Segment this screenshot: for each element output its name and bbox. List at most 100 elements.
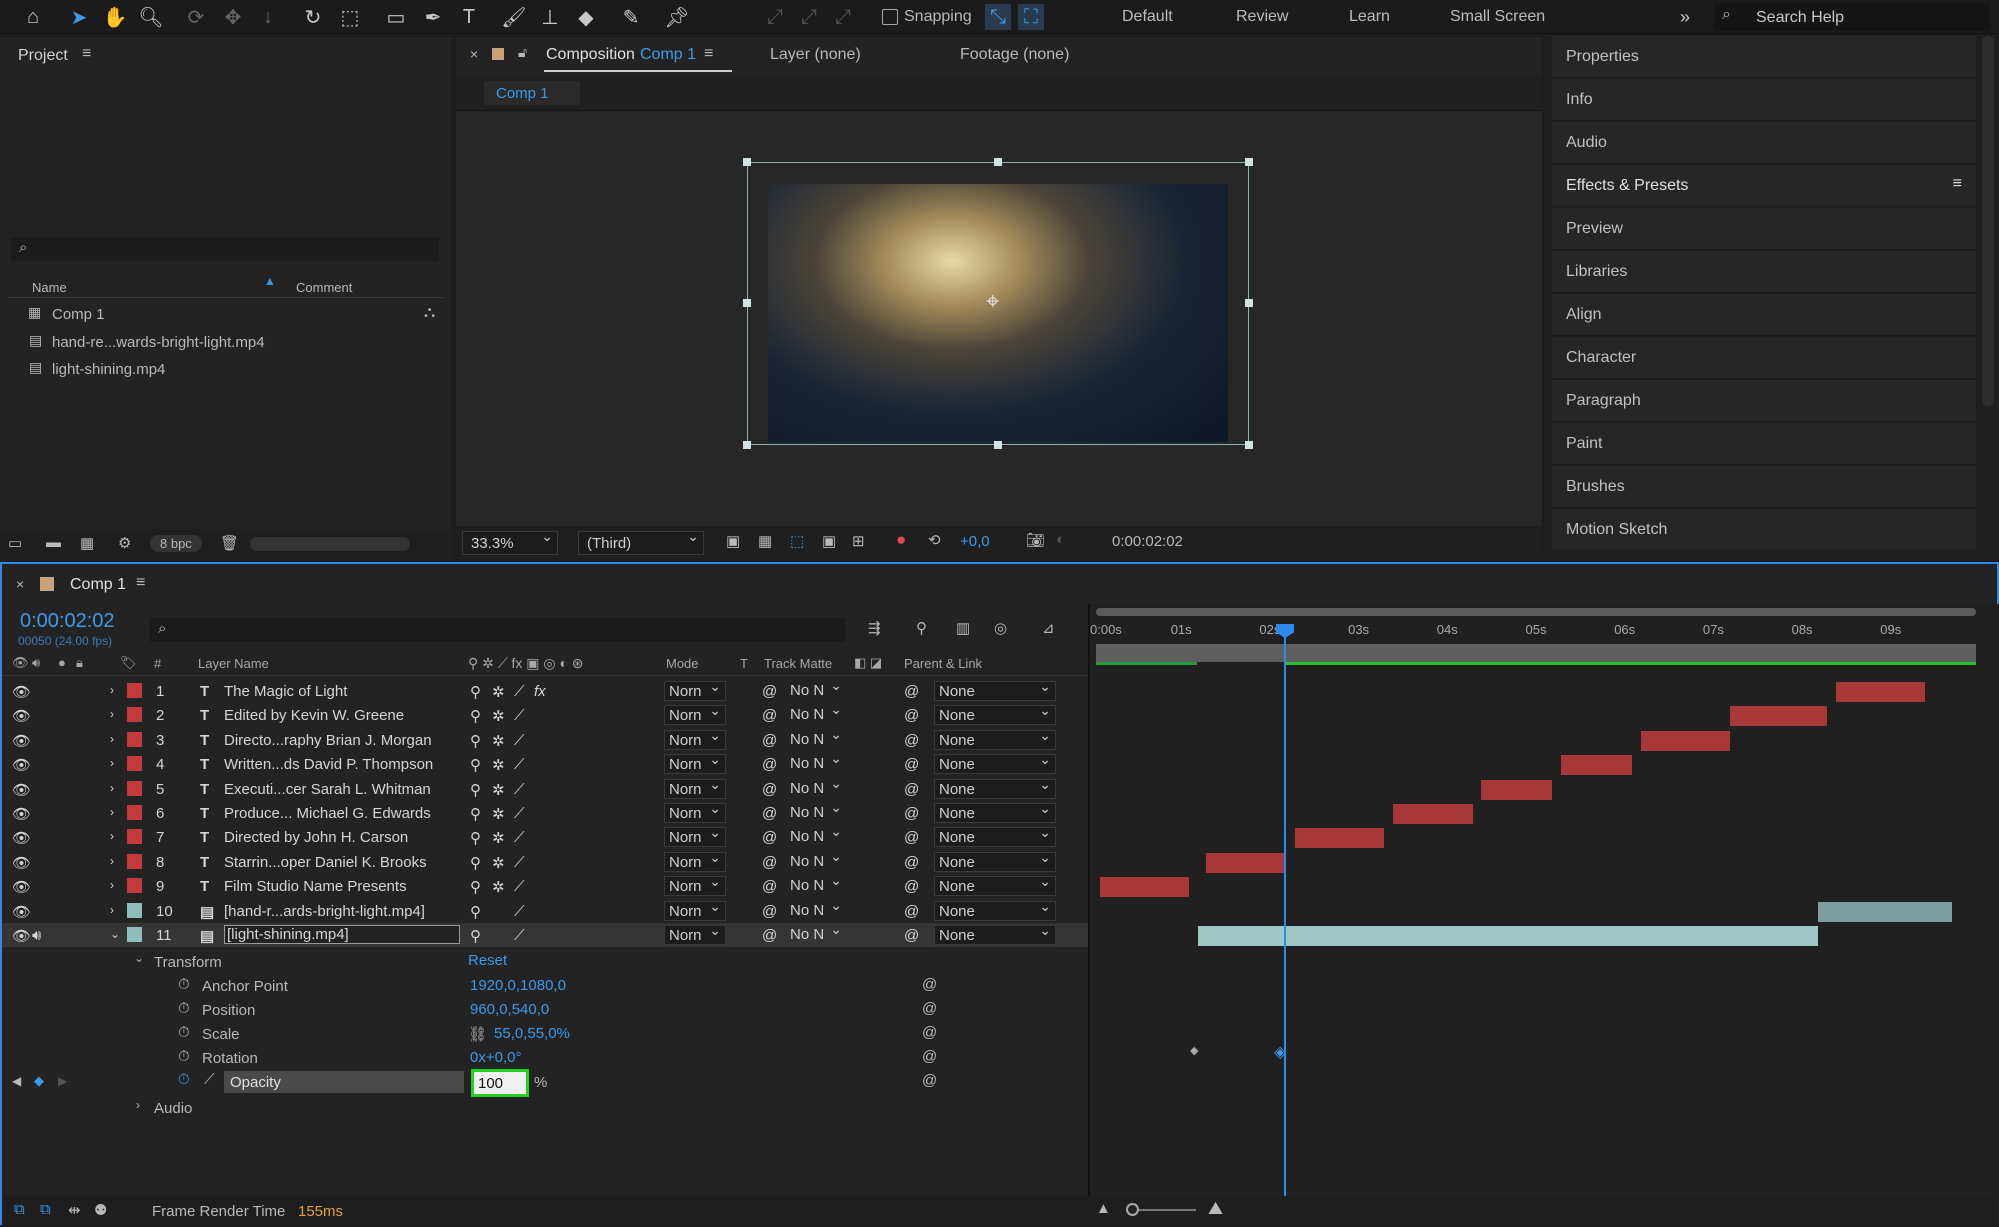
pickwhip-icon[interactable]: @ [762, 878, 777, 895]
search-help-field[interactable]: ⌕ Search Help [1714, 3, 1990, 31]
panel-character[interactable]: Character [1552, 337, 1976, 379]
quality-icon[interactable]: ⟋ [514, 707, 525, 724]
layer-name[interactable]: Edited by Kevin W. Greene [224, 707, 404, 724]
current-time-indicator[interactable] [1284, 632, 1286, 1212]
chevron-right-icon[interactable]: › [110, 829, 114, 843]
track-matte-dropdown[interactable]: No N [786, 823, 846, 847]
quality-icon[interactable]: ⟋ [514, 805, 525, 822]
shy-icon[interactable]: ⚲ [470, 829, 481, 847]
label-color[interactable] [127, 683, 142, 698]
layer-bar[interactable] [1481, 779, 1553, 800]
workspace-learn[interactable]: Learn [1349, 8, 1390, 26]
label-color[interactable] [127, 853, 142, 869]
new-composition-icon[interactable]: ▦ [80, 534, 94, 552]
anchor-point-value[interactable]: 1920,0,1080,0 [470, 977, 566, 994]
shy-icon[interactable]: ⚲ [470, 707, 481, 725]
toggle-switches-icon[interactable]: ⧉ [14, 1201, 25, 1218]
parent-dropdown[interactable]: None [934, 751, 1056, 775]
mode-dropdown[interactable]: Norn [664, 824, 726, 848]
layer-bar[interactable] [1100, 877, 1189, 898]
track-matte-dropdown[interactable]: No N [786, 750, 846, 774]
parent-dropdown[interactable]: None [934, 873, 1056, 897]
project-scrollbar[interactable] [250, 537, 410, 551]
panel-preview[interactable]: Preview [1552, 208, 1976, 250]
panel-paragraph[interactable]: Paragraph [1552, 380, 1976, 422]
layer-bar[interactable] [1729, 706, 1828, 727]
track-matte-dropdown[interactable]: No N [786, 897, 846, 921]
project-item[interactable]: ▤ light-shining.mp4 [8, 356, 424, 381]
pickwhip-icon[interactable]: @ [762, 927, 777, 944]
keyframe-marker[interactable]: ◆ [1190, 1044, 1198, 1057]
layer-name[interactable]: The Magic of Light [224, 683, 347, 700]
stopwatch-icon[interactable]: ⏱︎ [178, 1048, 190, 1065]
audio-icon[interactable]: 🔊︎ [32, 927, 41, 944]
eye-icon[interactable]: 👁︎ [12, 732, 31, 750]
more-workspaces-icon[interactable]: » [1672, 4, 1698, 30]
transform-handle[interactable] [994, 441, 1002, 449]
close-icon[interactable]: × [470, 46, 478, 62]
chevron-right-icon[interactable]: › [110, 732, 114, 746]
mode-dropdown[interactable]: Norn [664, 751, 726, 775]
quality-icon[interactable]: ⟋ [514, 683, 525, 700]
fx-icon[interactable]: fx [534, 683, 546, 700]
channel-icon[interactable]: ● [896, 530, 906, 550]
track-matte-dropdown[interactable]: No N [786, 799, 846, 823]
project-item[interactable]: ▦ Comp 1 [8, 301, 424, 326]
eye-icon[interactable]: 👁︎ [12, 829, 31, 847]
mode-dropdown[interactable]: Norn [664, 800, 726, 823]
quality-icon[interactable]: ⟋ [514, 927, 525, 944]
label-color[interactable] [127, 878, 142, 894]
pen-tool-icon[interactable]: ✒ [420, 4, 446, 30]
track-matte-dropdown[interactable]: No N [786, 921, 846, 945]
quality-icon[interactable]: ⟋ [514, 756, 525, 773]
collapse-icon[interactable]: ✲ [492, 707, 505, 725]
collapse-icon[interactable]: ✲ [492, 683, 505, 701]
layer-tab[interactable]: Layer (none) [770, 46, 861, 64]
track-matte-dropdown[interactable]: No N [786, 775, 846, 799]
comp-nav-tab[interactable]: Comp 1 [484, 81, 580, 105]
panel-paint[interactable]: Paint [1552, 423, 1976, 465]
collapse-icon[interactable]: ✲ [492, 829, 505, 847]
axis-view-icon[interactable]: ⤢ [830, 4, 856, 30]
pickwhip-icon[interactable]: @ [762, 854, 777, 871]
mode-dropdown[interactable]: Norn [664, 898, 726, 921]
render-time-icon[interactable]: ⚉ [94, 1201, 107, 1219]
layer-row[interactable]: 👁︎ › 9 T Film Studio Name Presents ⚲ ✲ ⟋ Norn @ No… [2, 872, 1088, 898]
parent-pickwhip-icon[interactable]: @ [904, 878, 919, 895]
label-color[interactable] [127, 707, 142, 723]
chevron-right-icon[interactable]: › [136, 1098, 140, 1112]
project-settings-icon[interactable]: ⚙ [118, 534, 131, 552]
project-search-input[interactable]: ⌕ [11, 237, 439, 261]
snap-features-icon[interactable]: ⛶ [1018, 4, 1044, 30]
mode-dropdown[interactable]: Norn [664, 849, 726, 872]
panel-info[interactable]: Info [1552, 79, 1976, 121]
layer-row[interactable]: 👁︎ › 3 T Directo...raphy Brian J. Morgan ⚲ ✲ ⟋ N… [2, 726, 1088, 752]
layer-row[interactable]: 👁︎ › 2 T Edited by Kevin W. Greene ⚲ ✲ ⟋ Norn @ No… [2, 701, 1088, 727]
resolution-dropdown[interactable]: (Third) [578, 528, 704, 555]
pickwhip-icon[interactable]: @ [922, 1048, 937, 1065]
chevron-right-icon[interactable]: › [110, 903, 114, 917]
parent-pickwhip-icon[interactable]: @ [904, 829, 919, 846]
shy-icon[interactable]: ⚲ [470, 756, 481, 774]
snapping-checkbox[interactable] [882, 9, 898, 25]
orbit-tool-icon[interactable]: ⟳ [183, 4, 209, 30]
layer-name[interactable]: Film Studio Name Presents [224, 878, 407, 895]
pickwhip-icon[interactable]: @ [922, 1000, 937, 1017]
right-panel-scrollbar[interactable] [1982, 36, 1994, 406]
zoom-dropdown[interactable]: 33.3% [462, 528, 558, 555]
collapse-icon[interactable]: ✲ [492, 732, 505, 750]
mode-dropdown[interactable]: Norn [664, 873, 726, 897]
chevron-right-icon[interactable]: › [110, 756, 114, 770]
eye-icon[interactable]: 👁︎ [12, 854, 31, 872]
transform-handle[interactable] [1245, 158, 1253, 166]
label-color[interactable] [127, 756, 142, 772]
stopwatch-icon[interactable]: ⏱︎ [178, 1024, 190, 1041]
eye-icon[interactable]: 👁︎ [12, 927, 31, 945]
workspace-review[interactable]: Review [1236, 8, 1288, 26]
viewer-timecode[interactable]: 0:00:02:02 [1112, 533, 1183, 550]
chevron-right-icon[interactable]: › [110, 683, 114, 697]
parent-pickwhip-icon[interactable]: @ [904, 756, 919, 773]
reset-exposure-icon[interactable]: ⟲ [928, 531, 941, 549]
layer-name[interactable]: [light-shining.mp4] [224, 925, 460, 944]
layer-name[interactable]: Directo...raphy Brian J. Morgan [224, 732, 432, 749]
